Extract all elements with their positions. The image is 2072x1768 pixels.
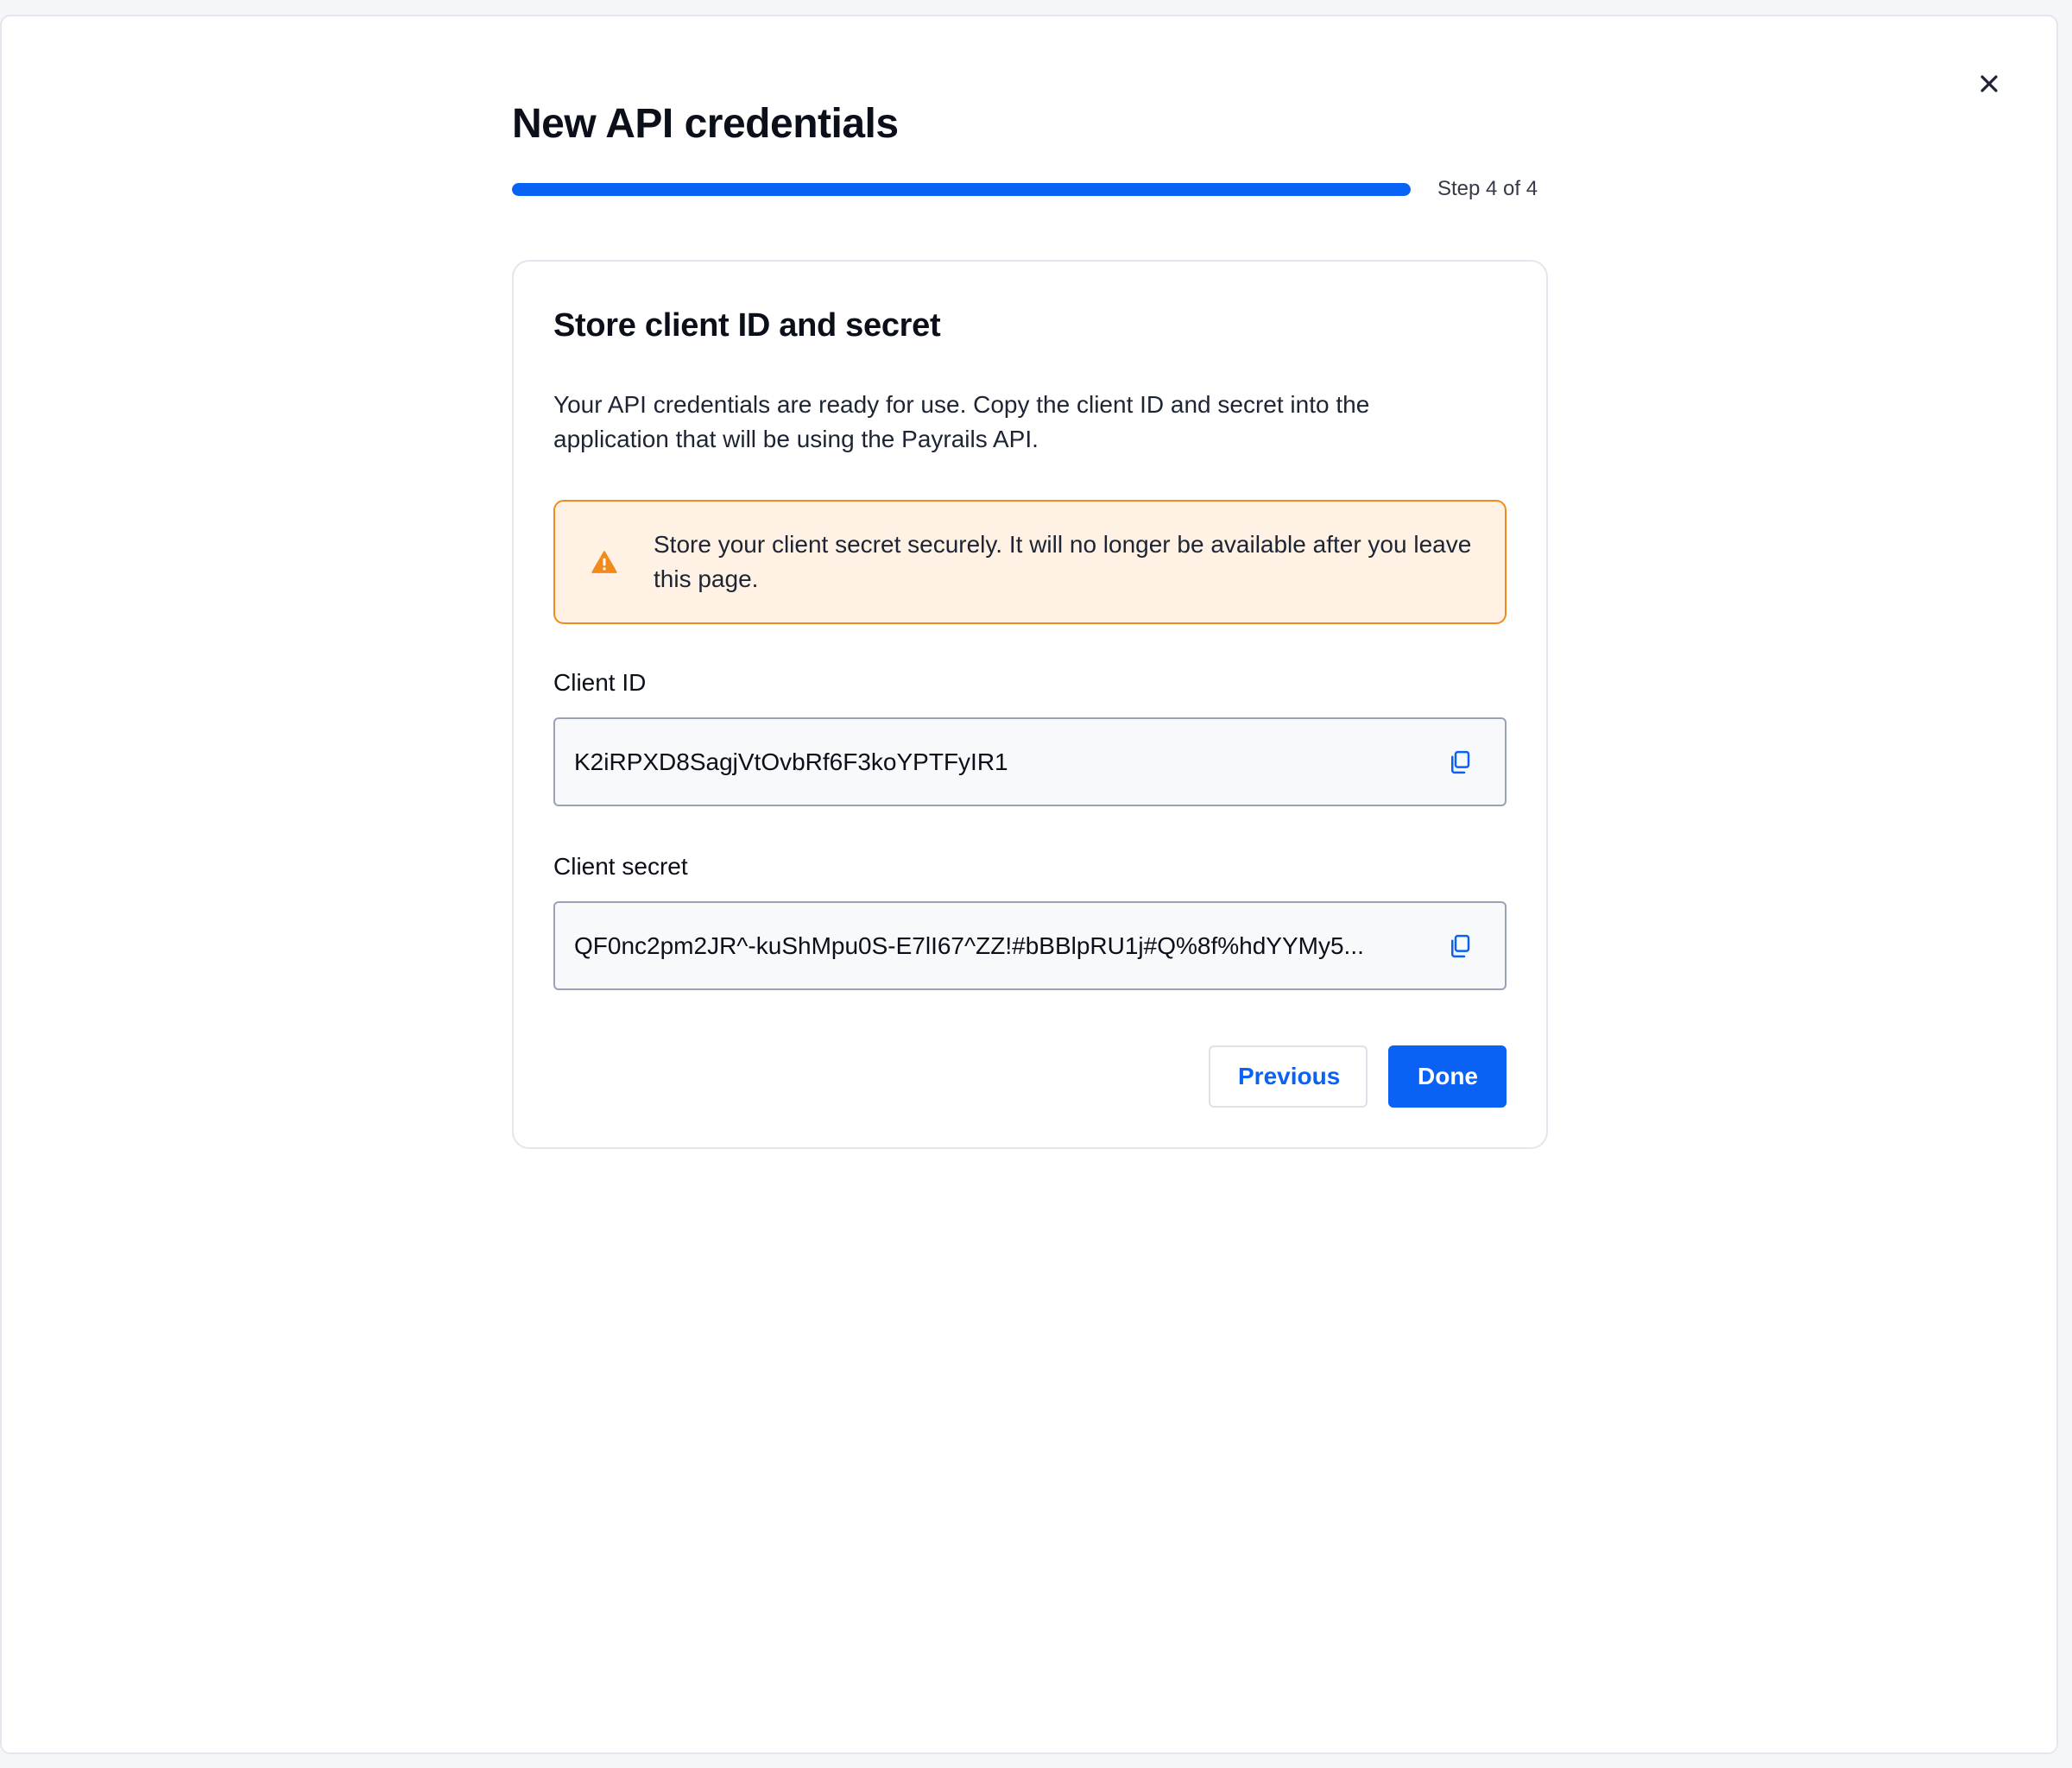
client-secret-value[interactable]: QF0nc2pm2JR^-kuShMpu0S-E7lI67^ZZ!#bBBlpR… bbox=[574, 932, 1439, 960]
credentials-card: Store client ID and secret Your API cred… bbox=[512, 260, 1548, 1149]
client-secret-label: Client secret bbox=[553, 853, 688, 880]
close-icon bbox=[1980, 75, 1998, 92]
copy-client-id-button[interactable] bbox=[1439, 742, 1481, 783]
card-title: Store client ID and secret bbox=[553, 307, 941, 344]
progress-bar-fill bbox=[512, 182, 1411, 196]
card-actions: Previous Done bbox=[553, 1045, 1507, 1108]
client-id-value[interactable]: K2iRPXD8SagjVtOvbRf6F3koYPTFyIR1 bbox=[574, 748, 1439, 776]
warning-alert-text: Store your client secret securely. It wi… bbox=[654, 531, 1472, 592]
wizard: New API credentials Step 4 of 4 Store cl… bbox=[512, 98, 1548, 1149]
copy-icon bbox=[1451, 750, 1470, 774]
step-indicator: Step 4 of 4 bbox=[1437, 177, 1538, 200]
client-id-label: Client ID bbox=[553, 669, 647, 696]
progress-bar bbox=[512, 182, 1411, 196]
client-id-field[interactable]: K2iRPXD8SagjVtOvbRf6F3koYPTFyIR1 bbox=[553, 717, 1507, 806]
close-button[interactable] bbox=[1963, 58, 2015, 110]
copy-client-secret-button[interactable] bbox=[1439, 925, 1481, 967]
modal-dialog: New API credentials Step 4 of 4 Store cl… bbox=[0, 15, 2058, 1754]
client-secret-field[interactable]: QF0nc2pm2JR^-kuShMpu0S-E7lI67^ZZ!#bBBlpR… bbox=[553, 901, 1507, 990]
warning-icon bbox=[591, 551, 617, 573]
progress-row: Step 4 of 4 bbox=[512, 176, 1548, 202]
previous-button[interactable]: Previous bbox=[1209, 1045, 1368, 1108]
card-description: Your API credentials are ready for use. … bbox=[553, 391, 1370, 452]
warning-alert: Store your client secret securely. It wi… bbox=[553, 500, 1507, 624]
done-button[interactable]: Done bbox=[1388, 1045, 1507, 1108]
page-title: New API credentials bbox=[512, 101, 899, 147]
copy-icon bbox=[1451, 934, 1470, 957]
